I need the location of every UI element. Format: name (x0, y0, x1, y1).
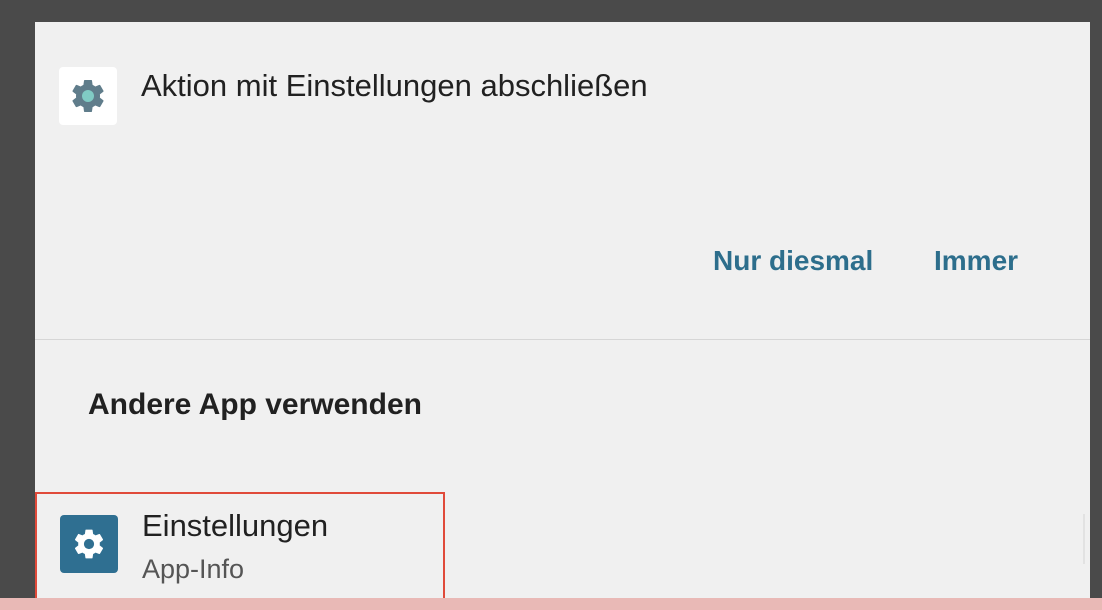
just-once-button[interactable]: Nur diesmal (713, 245, 873, 277)
list-item-settings-app[interactable]: Einstellungen App-Info (35, 492, 445, 602)
app-name: Einstellungen (142, 508, 329, 543)
bottom-highlight-strip (0, 598, 1102, 610)
app-subtitle: App-Info (142, 554, 245, 584)
gear-icon (74, 529, 104, 559)
settings-app-icon (59, 67, 117, 125)
gear-icon (72, 79, 104, 112)
other-apps-heading: Andere App verwenden (88, 388, 422, 421)
scroll-edge (1083, 514, 1085, 564)
always-button[interactable]: Immer (934, 245, 1018, 277)
app-icon (60, 515, 118, 573)
dialog-title: Aktion mit Einstellungen abschließen (141, 68, 648, 103)
chooser-dialog: Aktion mit Einstellungen abschließen Nur… (35, 22, 1090, 610)
divider (35, 339, 1090, 340)
